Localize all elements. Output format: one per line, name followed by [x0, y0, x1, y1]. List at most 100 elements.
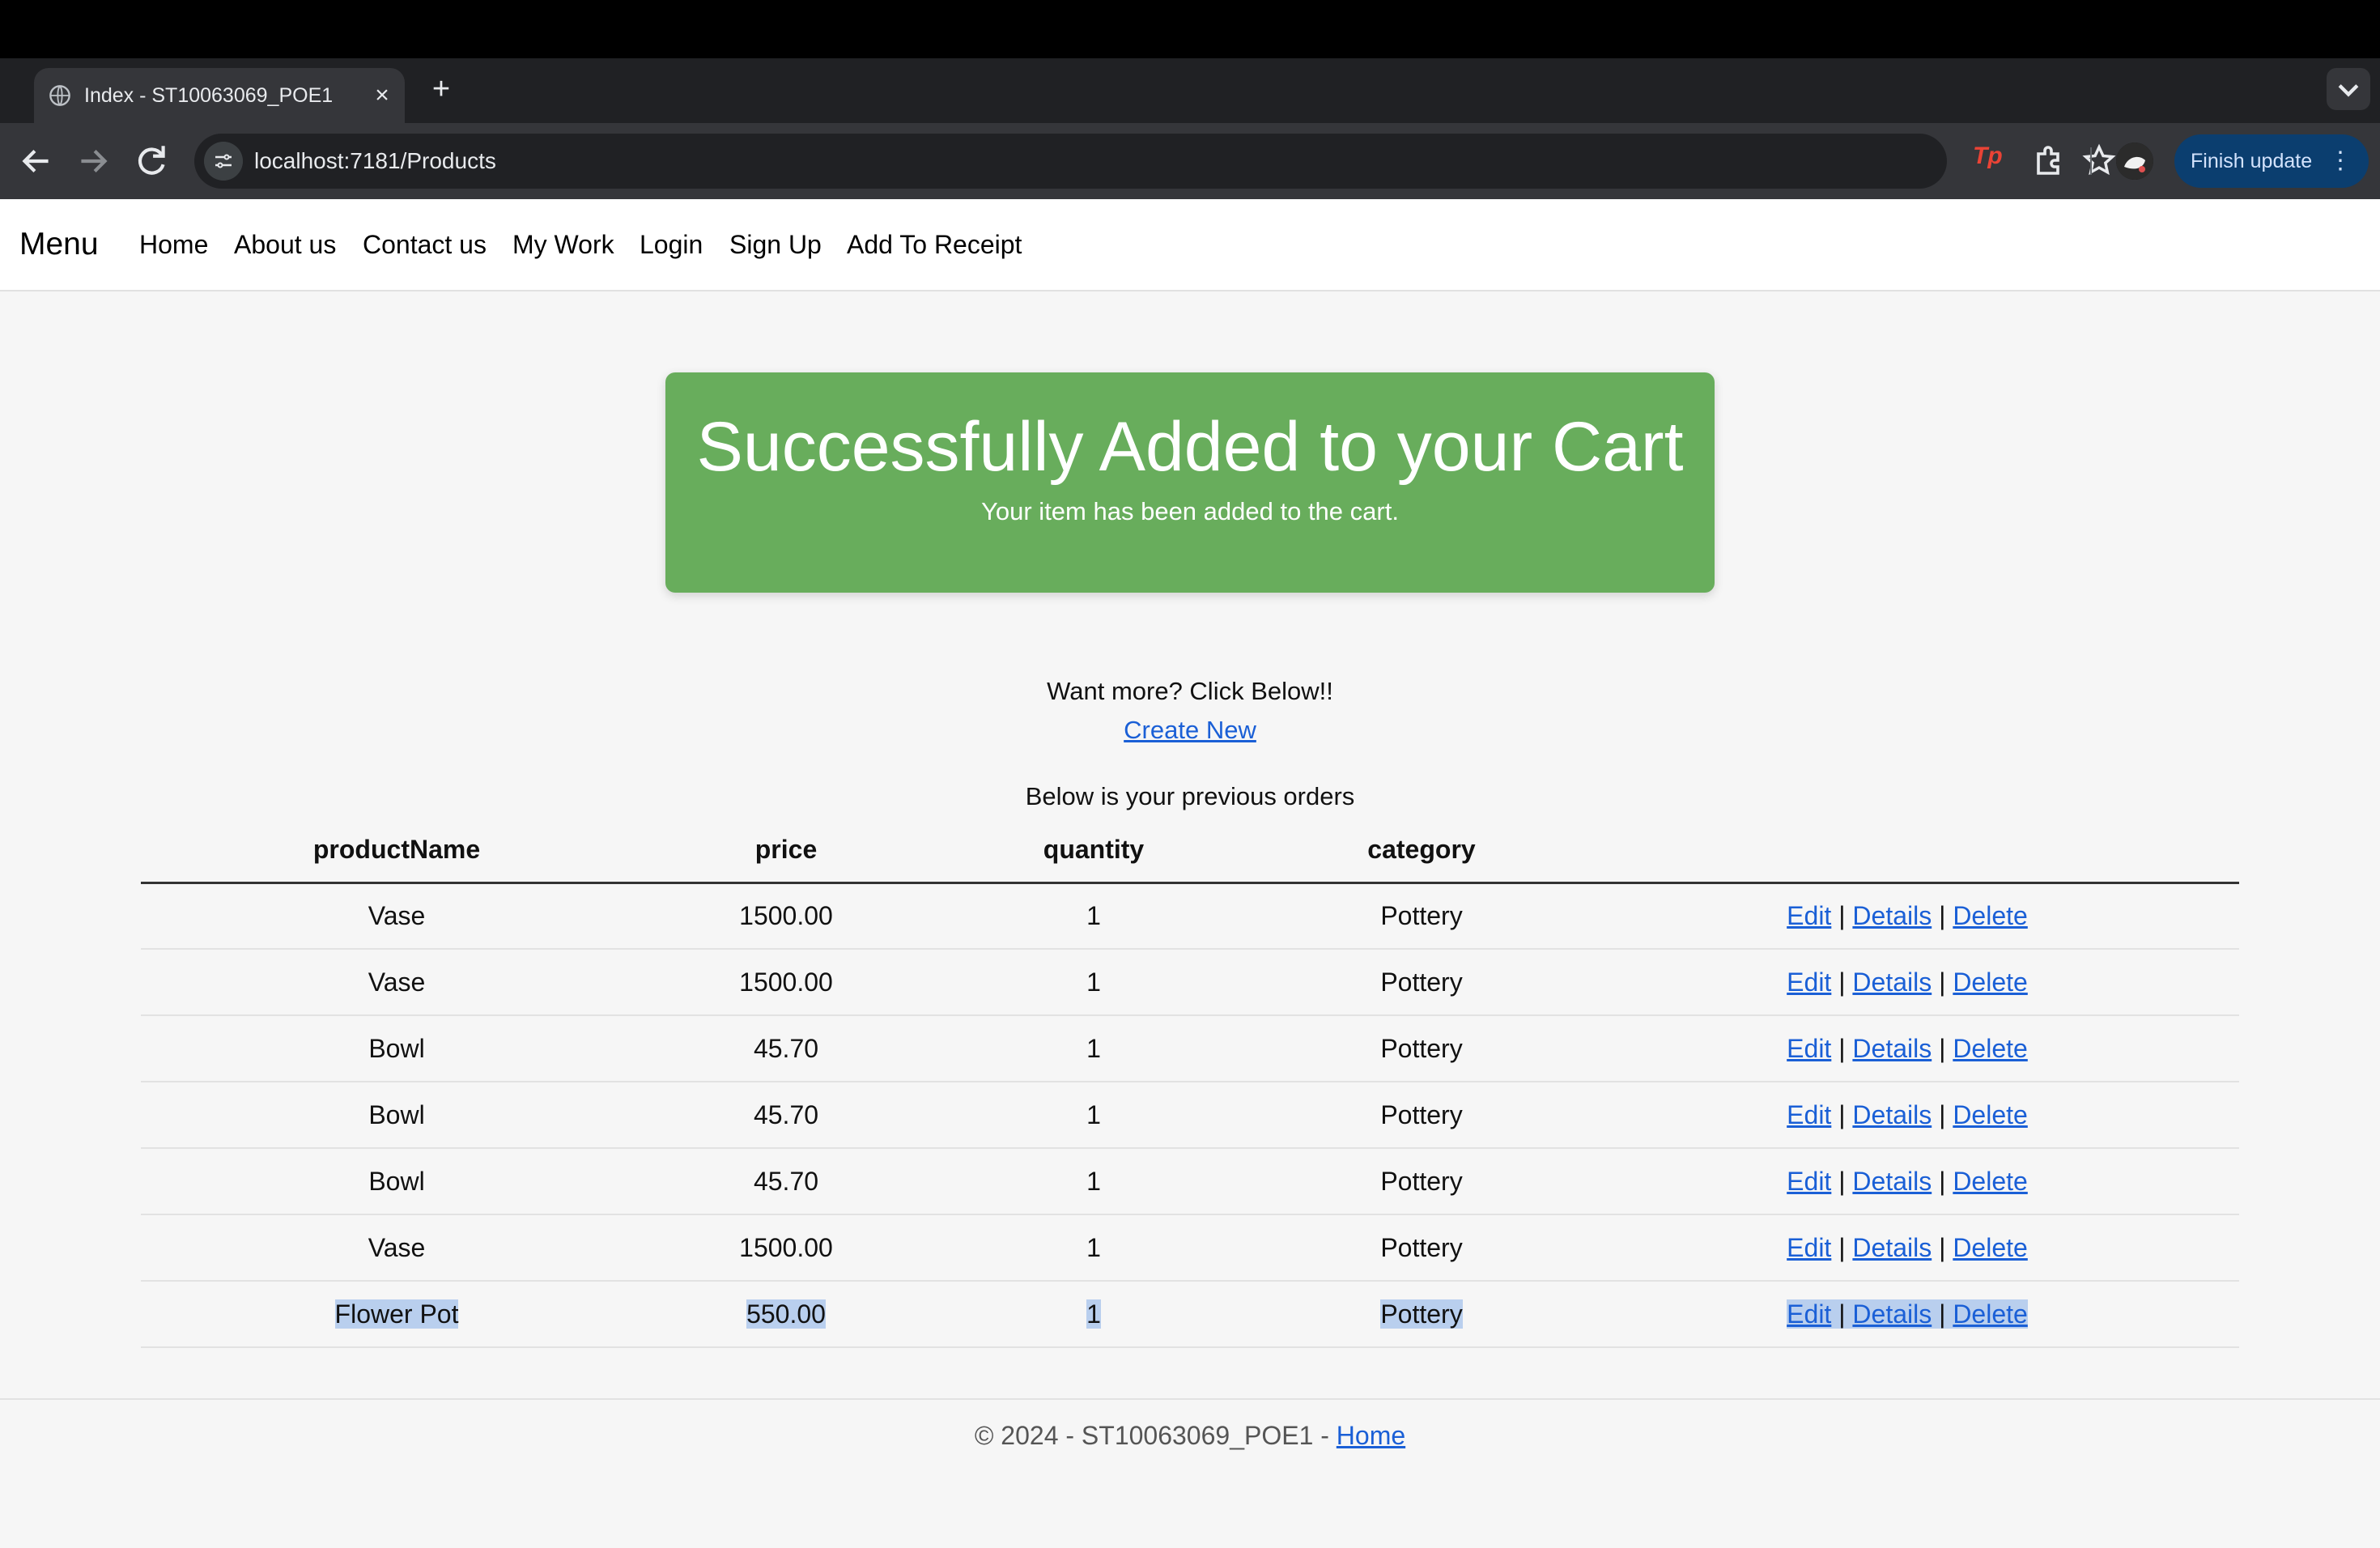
page-footer: © 2024 - ST10063069_POE1 - Home: [0, 1398, 2380, 1548]
nav-link-contact[interactable]: Contact us: [363, 199, 487, 290]
create-new-link[interactable]: Create New: [1124, 716, 1256, 744]
finish-update-button[interactable]: Finish update ⋮: [2174, 134, 2369, 188]
action-separator: |: [1838, 1232, 1846, 1262]
site-navbar: Menu Home About us Contact us My Work Lo…: [0, 199, 2380, 291]
orders-table: productName price quantity category Vase…: [141, 818, 2239, 1348]
action-separator: |: [1939, 1033, 1946, 1063]
cell-price: 1500.00: [652, 882, 920, 950]
delete-link[interactable]: Delete: [1953, 1100, 2028, 1129]
cell-category: Pottery: [1268, 1148, 1575, 1215]
action-separator: |: [1939, 967, 1946, 997]
cell-actions: Edit | Details | Delete: [1575, 949, 2239, 1016]
cell-product-name: Bowl: [141, 1082, 652, 1149]
cell-quantity: 1: [920, 1148, 1268, 1215]
cell-actions: Edit | Details | Delete: [1575, 1148, 2239, 1215]
cell-quantity: 1: [920, 1015, 1268, 1082]
nav-link-add-to-receipt[interactable]: Add To Receipt: [847, 199, 1022, 290]
extension-tp-icon[interactable]: Tp: [1973, 142, 2003, 170]
cell-quantity: 1: [920, 1214, 1268, 1282]
footer-text: © 2024 - ST10063069_POE1 -: [974, 1421, 1337, 1450]
reload-icon[interactable]: [131, 141, 172, 181]
cell-product-name: Vase: [141, 882, 652, 950]
edit-link[interactable]: Edit: [1787, 1167, 1831, 1196]
navbar-brand[interactable]: Menu: [19, 199, 99, 290]
nav-link-my-work[interactable]: My Work: [512, 199, 614, 290]
close-icon[interactable]: ×: [366, 79, 398, 112]
table-row: Vase 1500.00 1 Pottery Edit | Details | …: [141, 1214, 2239, 1282]
new-tab-button[interactable]: +: [423, 71, 460, 108]
tab-title: Index - ST10063069_POE1: [84, 84, 334, 107]
cell-category: Pottery: [1268, 1082, 1575, 1149]
cell-category: Pottery: [1268, 1015, 1575, 1082]
delete-link[interactable]: Delete: [1953, 901, 2028, 930]
cell-product-name: Bowl: [141, 1015, 652, 1082]
cell-quantity: 1: [920, 1281, 1268, 1348]
cell-actions: Edit | Details | Delete: [1575, 1015, 2239, 1082]
delete-link[interactable]: Delete: [1953, 1167, 2028, 1196]
action-separator: |: [1838, 1299, 1846, 1329]
url-text: localhost:7181/Products: [254, 148, 496, 173]
edit-link[interactable]: Edit: [1787, 1100, 1831, 1129]
delete-link[interactable]: Delete: [1953, 1299, 2028, 1329]
table-row: Bowl 45.70 1 Pottery Edit | Details | De…: [141, 1082, 2239, 1149]
edit-link[interactable]: Edit: [1787, 1034, 1831, 1063]
back-arrow-icon[interactable]: [16, 141, 57, 181]
cell-category: Pottery: [1268, 882, 1575, 950]
site-settings-icon[interactable]: [204, 142, 243, 181]
browser-tab[interactable]: Index - ST10063069_POE1 ×: [34, 68, 405, 123]
details-link[interactable]: Details: [1852, 968, 1932, 997]
tab-strip: Index - ST10063069_POE1 × +: [0, 58, 2380, 123]
cell-quantity: 1: [920, 882, 1268, 950]
delete-link[interactable]: Delete: [1953, 1233, 2028, 1262]
promo-text: Want more? Click Below!!: [1047, 677, 1333, 705]
cell-quantity: 1: [920, 1082, 1268, 1149]
cell-price: 45.70: [652, 1148, 920, 1215]
details-link[interactable]: Details: [1852, 1233, 1932, 1262]
tab-search-button[interactable]: [2327, 68, 2370, 110]
profile-avatar[interactable]: [2116, 142, 2153, 180]
action-separator: |: [1939, 1099, 1946, 1129]
cell-quantity: 1: [920, 949, 1268, 1016]
edit-link[interactable]: Edit: [1787, 1233, 1831, 1262]
header-product-name: productName: [141, 818, 652, 884]
address-bar[interactable]: localhost:7181/Products: [194, 134, 2116, 189]
action-separator: |: [1838, 967, 1846, 997]
edit-link[interactable]: Edit: [1787, 968, 1831, 997]
header-category: category: [1268, 818, 1575, 884]
edit-link[interactable]: Edit: [1787, 901, 1831, 930]
cell-price: 550.00: [652, 1281, 920, 1348]
details-link[interactable]: Details: [1852, 1299, 1932, 1329]
chevron-down-icon: [2338, 84, 2359, 97]
action-separator: |: [1939, 1166, 1946, 1196]
more-menu-icon[interactable]: ⋮: [2328, 134, 2352, 188]
nav-link-about[interactable]: About us: [234, 199, 336, 290]
bookmark-star-icon[interactable]: [2080, 142, 2118, 180]
alert-title: Successfully Added to your Cart: [696, 408, 1684, 486]
globe-icon: [49, 85, 70, 106]
table-header-row: productName price quantity category: [141, 818, 2239, 884]
cell-price: 45.70: [652, 1082, 920, 1149]
action-separator: |: [1939, 1232, 1946, 1262]
details-link[interactable]: Details: [1852, 1034, 1932, 1063]
delete-link[interactable]: Delete: [1953, 968, 2028, 997]
cell-category: Pottery: [1268, 1214, 1575, 1282]
cell-product-name: Vase: [141, 1214, 652, 1282]
finish-update-label: Finish update: [2191, 150, 2313, 172]
details-link[interactable]: Details: [1852, 1100, 1932, 1129]
forward-arrow-icon[interactable]: [73, 141, 113, 181]
edit-link[interactable]: Edit: [1787, 1299, 1831, 1329]
extensions-puzzle-icon[interactable]: [2030, 141, 2069, 180]
footer-home-link[interactable]: Home: [1337, 1421, 1405, 1450]
details-link[interactable]: Details: [1852, 1167, 1932, 1196]
nav-link-home[interactable]: Home: [139, 199, 208, 290]
details-link[interactable]: Details: [1852, 901, 1932, 930]
nav-link-login[interactable]: Login: [640, 199, 703, 290]
header-actions: [1575, 818, 2239, 884]
delete-link[interactable]: Delete: [1953, 1034, 2028, 1063]
table-row: Bowl 45.70 1 Pottery Edit | Details | De…: [141, 1148, 2239, 1215]
cell-category: Pottery: [1268, 949, 1575, 1016]
action-separator: |: [1838, 1166, 1846, 1196]
cell-price: 1500.00: [652, 1214, 920, 1282]
nav-link-sign-up[interactable]: Sign Up: [729, 199, 822, 290]
success-alert: Successfully Added to your Cart Your ite…: [665, 372, 1715, 593]
